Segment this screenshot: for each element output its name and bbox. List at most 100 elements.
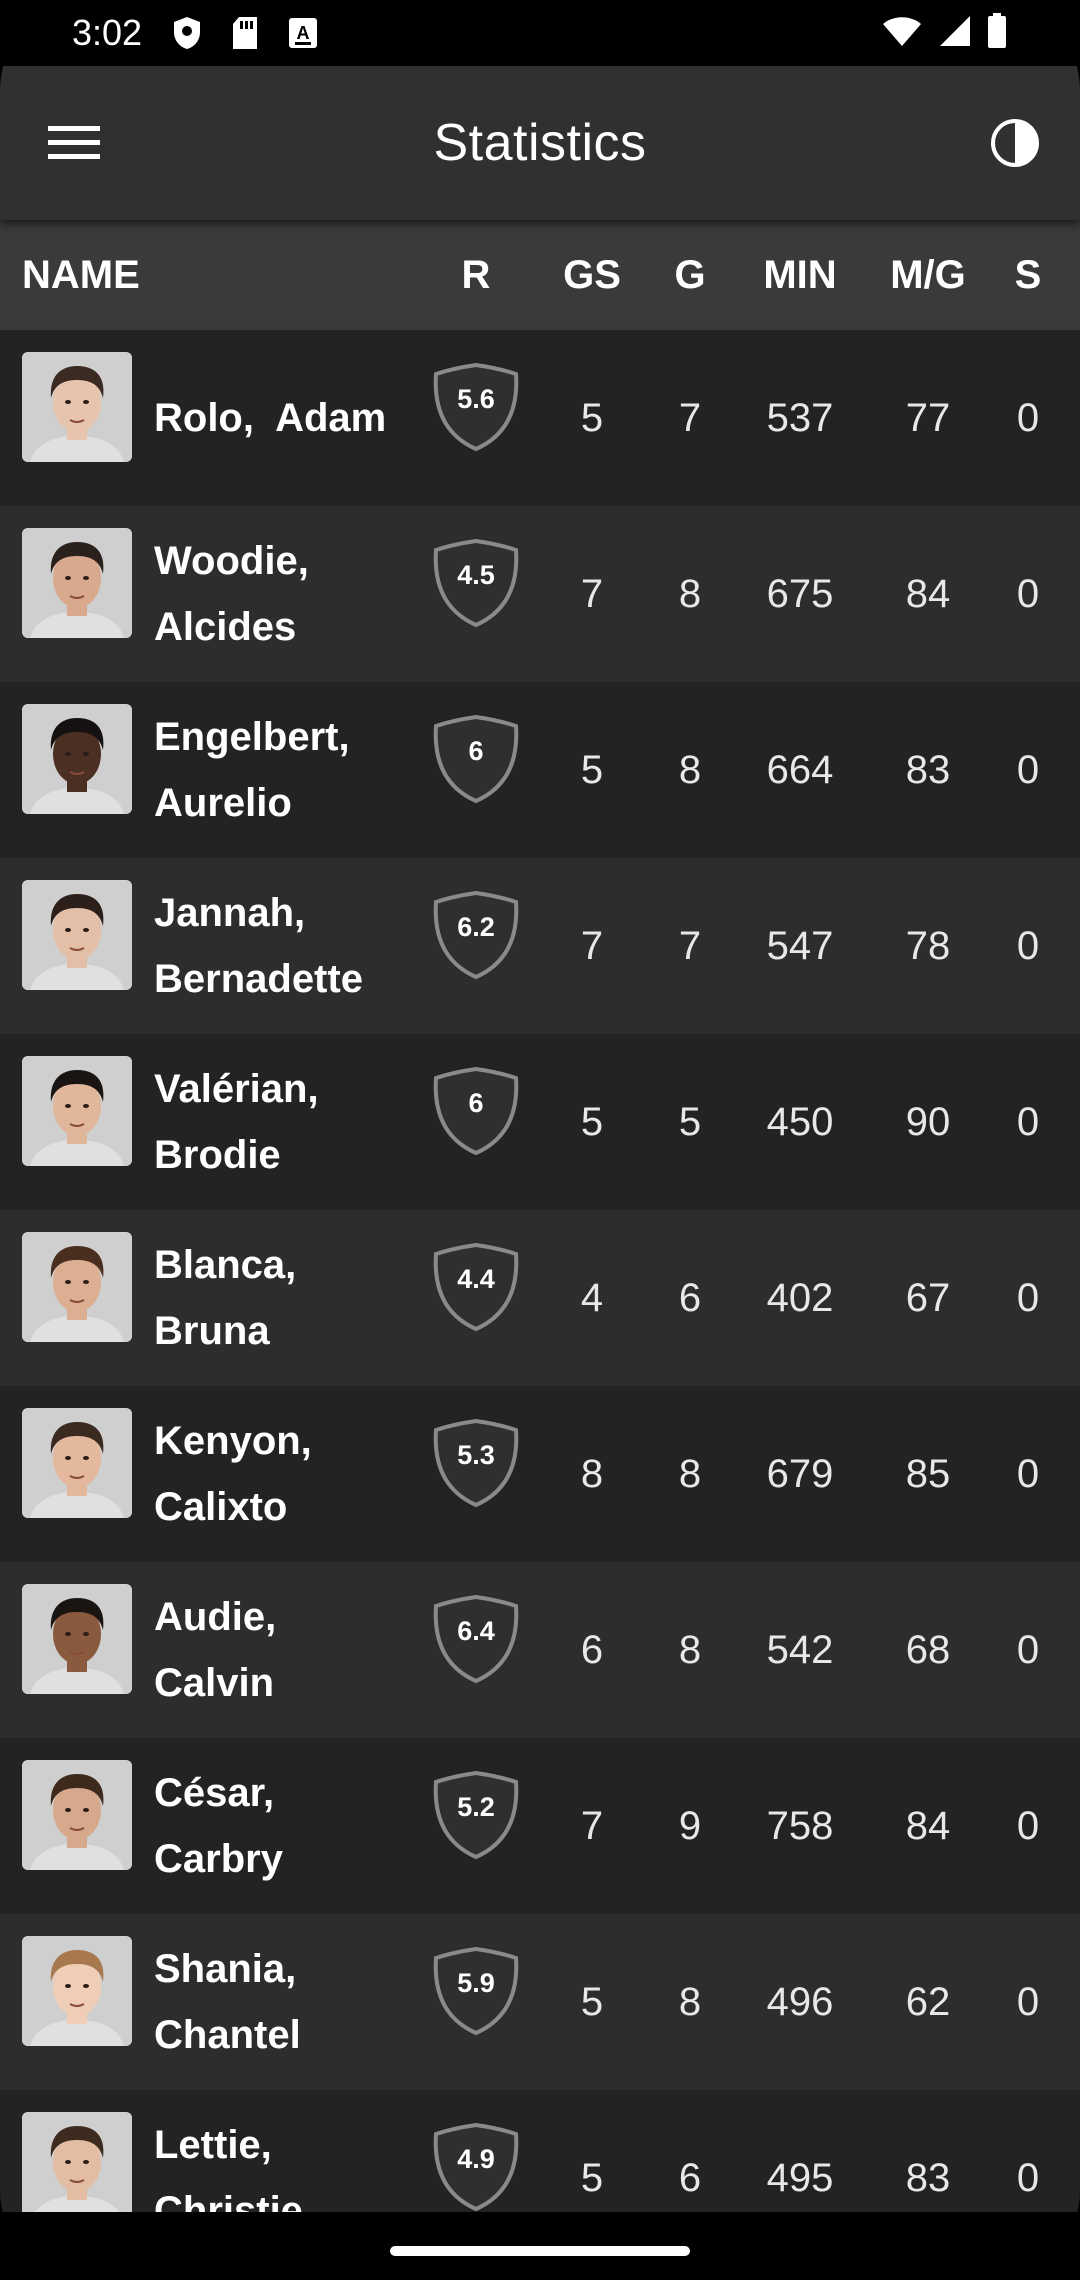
table-row[interactable]: Woodie, Alcides 4.5 7 8 675 84 0 [0, 506, 1080, 682]
s-value: 0 [1016, 1628, 1040, 1672]
avatar [22, 1936, 132, 2046]
minutes-value: 402 [766, 1276, 834, 1320]
games-started-value: 4 [580, 1276, 604, 1320]
player-last-name: Woodie, [154, 539, 309, 583]
player-last-name: Audie, [154, 1595, 277, 1639]
rating-badge: 5.3 [432, 1418, 520, 1508]
keyboard-a-icon: A [284, 14, 322, 52]
minutes-per-game-value: 90 [905, 1100, 951, 1144]
player-first-name: Alcides [154, 605, 297, 649]
player-first-name: Brodie [154, 1133, 281, 1177]
avatar [22, 1408, 132, 1518]
rating-value: 4.9 [457, 2144, 495, 2174]
table-row[interactable]: Valérian, Brodie 6 5 5 450 90 0 [0, 1034, 1080, 1210]
battery-icon [986, 12, 1008, 54]
table-row[interactable]: Shania, Chantel 5.9 5 8 496 62 0 [0, 1914, 1080, 2090]
phone-screen: 3:02 A Statistics NAME R GS G MIN M/G S … [0, 0, 1080, 2280]
minutes-value: 496 [766, 1980, 834, 2024]
svg-text:A: A [297, 23, 310, 43]
hamburger-menu-icon[interactable] [46, 118, 102, 168]
player-name: Woodie, Alcides [154, 506, 424, 682]
table-row[interactable]: César, Carbry 5.2 7 9 758 84 0 [0, 1738, 1080, 1914]
contrast-toggle-icon[interactable] [986, 114, 1044, 172]
status-bar: 3:02 A [0, 0, 1080, 66]
games-value: 8 [678, 748, 702, 792]
games-started-value: 5 [580, 1980, 604, 2024]
minutes-value: 679 [766, 1452, 834, 1496]
games-value: 8 [678, 1628, 702, 1672]
s-value: 0 [1016, 396, 1040, 440]
minutes-value: 542 [766, 1628, 834, 1672]
player-last-name: Jannah, [154, 891, 306, 935]
s-value: 0 [1016, 1980, 1040, 2024]
games-started-value: 5 [580, 748, 604, 792]
games-value: 7 [678, 924, 702, 968]
signal-icon [936, 14, 972, 53]
player-last-name: Blanca, [154, 1243, 297, 1287]
player-last-name: Kenyon, [154, 1419, 312, 1463]
rating-value: 6.2 [457, 912, 495, 942]
s-value: 0 [1016, 1276, 1040, 1320]
minutes-value: 537 [766, 396, 834, 440]
avatar [22, 528, 132, 638]
table-row[interactable]: Jannah, Bernadette 6.2 7 7 547 78 0 [0, 858, 1080, 1034]
games-value: 9 [678, 1804, 702, 1848]
minutes-per-game-value: 83 [905, 748, 951, 792]
table-row[interactable]: Rolo, Adam 5.6 5 7 537 77 0 [0, 330, 1080, 506]
status-time: 3:02 [72, 12, 143, 53]
column-header-games[interactable]: G [650, 220, 730, 330]
column-header-name[interactable]: NAME [22, 220, 222, 330]
avatar [22, 1056, 132, 1166]
wifi-icon [882, 14, 922, 53]
column-header-games-started[interactable]: GS [552, 220, 632, 330]
player-first-name: Aurelio [154, 781, 292, 825]
home-gesture-handle[interactable] [390, 2246, 690, 2256]
player-name: Engelbert, Aurelio [154, 682, 424, 858]
player-name: Jannah, Bernadette [154, 858, 424, 1034]
table-row[interactable]: Kenyon, Calixto 5.3 8 8 679 85 0 [0, 1386, 1080, 1562]
avatar [22, 1760, 132, 1870]
rating-value: 5.9 [457, 1968, 495, 1998]
player-name: Shania, Chantel [154, 1914, 424, 2090]
rating-badge: 4.9 [432, 2122, 520, 2212]
minutes-per-game-value: 84 [905, 572, 951, 616]
games-started-value: 7 [580, 1804, 604, 1848]
rating-badge: 4.4 [432, 1242, 520, 1332]
column-header-minutes[interactable]: MIN [740, 220, 860, 330]
minutes-value: 547 [766, 924, 834, 968]
player-name: Valérian, Brodie [154, 1034, 424, 1210]
player-last-name: César, [154, 1771, 275, 1815]
s-value: 0 [1016, 572, 1040, 616]
games-value: 8 [678, 572, 702, 616]
player-last-name: Engelbert, [154, 715, 350, 759]
minutes-per-game-value: 84 [905, 1804, 951, 1848]
table-row[interactable]: Engelbert, Aurelio 6 5 8 664 83 0 [0, 682, 1080, 858]
column-header-minutes-per-game[interactable]: M/G [868, 220, 988, 330]
games-value: 5 [678, 1100, 702, 1144]
s-value: 0 [1016, 748, 1040, 792]
minutes-per-game-value: 62 [905, 1980, 951, 2024]
player-first-name: Adam [275, 396, 387, 440]
player-first-name: Calixto [154, 1485, 288, 1529]
player-name: Kenyon, Calixto [154, 1386, 424, 1562]
table-row[interactable]: Audie, Calvin 6.4 6 8 542 68 0 [0, 1562, 1080, 1738]
column-header-rating[interactable]: R [436, 220, 516, 330]
rating-value: 5.3 [457, 1440, 495, 1470]
column-header-s[interactable]: S [1000, 220, 1056, 330]
table-header: NAME R GS G MIN M/G S [0, 220, 1080, 330]
rating-badge: 6.4 [432, 1594, 520, 1684]
rating-value: 6 [468, 1088, 484, 1118]
minutes-per-game-value: 67 [905, 1276, 951, 1320]
games-value: 7 [678, 396, 702, 440]
games-started-value: 7 [580, 924, 604, 968]
rating-value: 5.6 [457, 384, 495, 414]
player-name: César, Carbry [154, 1738, 424, 1914]
minutes-per-game-value: 78 [905, 924, 951, 968]
table-row[interactable]: Blanca, Bruna 4.4 4 6 402 67 0 [0, 1210, 1080, 1386]
rating-badge: 6.2 [432, 890, 520, 980]
player-last-name: Lettie, [154, 2123, 272, 2167]
navigation-bar [0, 2212, 1080, 2280]
rating-value: 5.2 [457, 1792, 495, 1822]
games-value: 6 [678, 1276, 702, 1320]
games-started-value: 6 [580, 1628, 604, 1672]
